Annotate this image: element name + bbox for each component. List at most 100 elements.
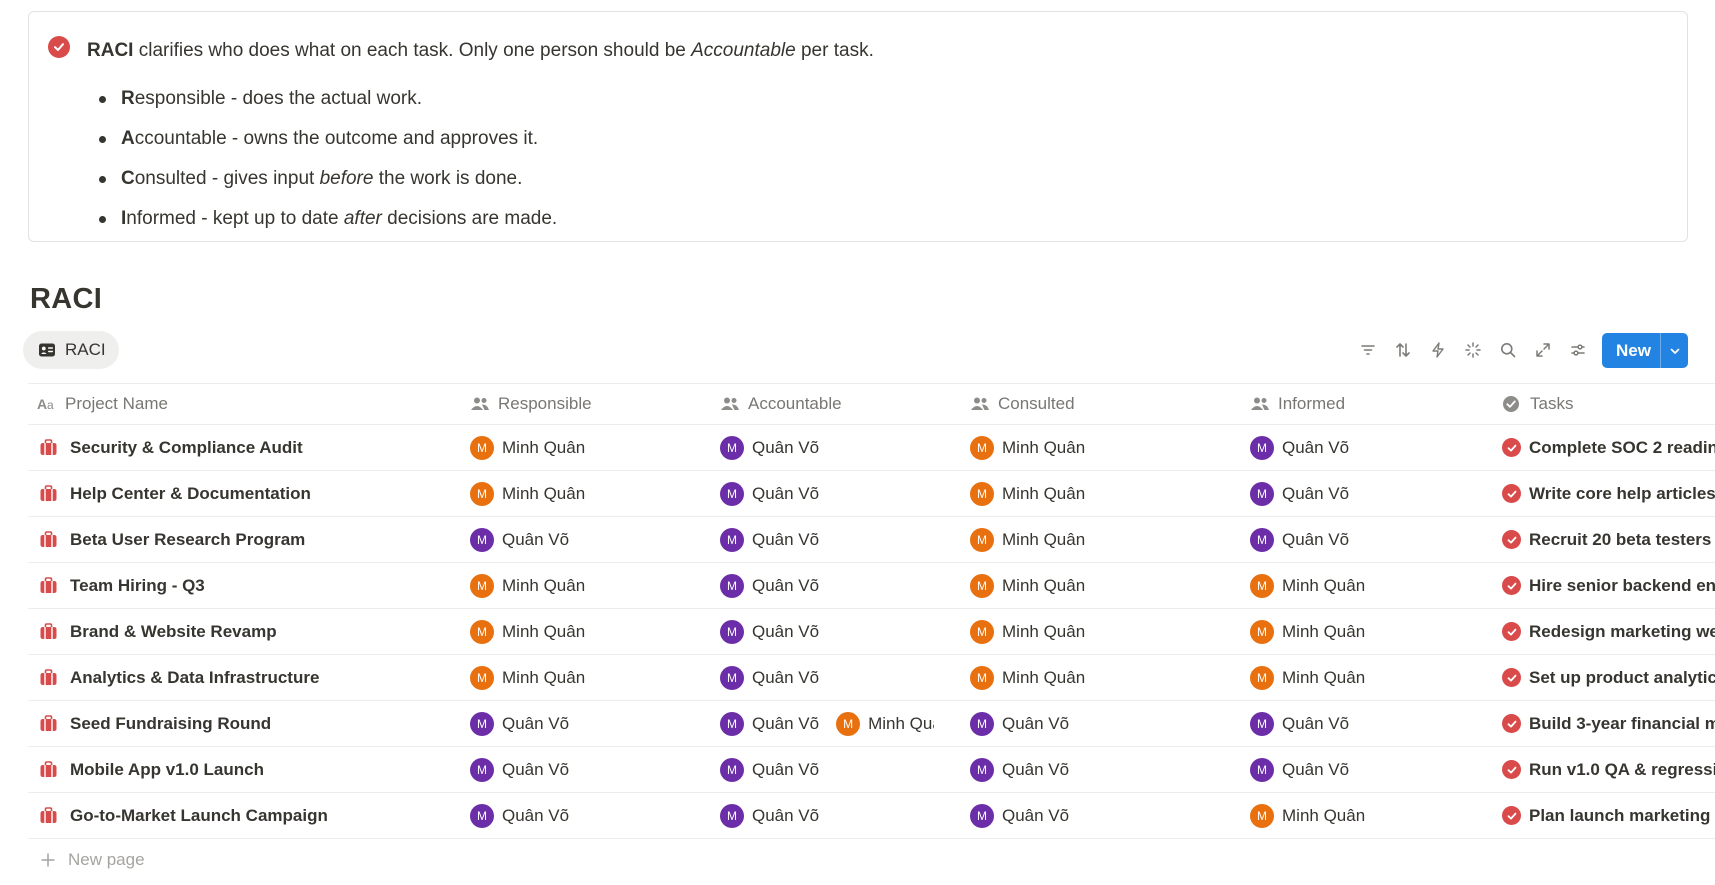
project-name-cell[interactable]: Team Hiring - Q3: [28, 563, 434, 608]
informed-cell[interactable]: M Quân Võ: [1214, 517, 1496, 562]
consulted-cell[interactable]: M Quân Võ: [934, 793, 1214, 838]
person-name: Minh Quân: [502, 483, 586, 503]
informed-cell[interactable]: M Minh Quân: [1214, 655, 1496, 700]
search-icon[interactable]: [1490, 333, 1525, 367]
table-row[interactable]: Beta User Research Program M Quân Võ M Quân …: [28, 517, 1715, 563]
responsible-cell[interactable]: M Minh Quân: [434, 609, 684, 654]
informed-cell[interactable]: M Quân Võ: [1214, 701, 1496, 746]
tasks-cell[interactable]: Run v1.0 QA & regression t: [1496, 747, 1715, 792]
accountable-cell[interactable]: M Quân Võ M Minh Quân: [684, 701, 934, 746]
column-header-informed[interactable]: Informed: [1214, 384, 1496, 424]
informed-cell[interactable]: M Quân Võ: [1214, 425, 1496, 470]
consulted-cell[interactable]: M Minh Quân: [934, 471, 1214, 516]
accountable-cell[interactable]: M Quân Võ: [684, 471, 934, 516]
view-tab-raci[interactable]: RACI: [23, 331, 119, 369]
project-name-cell[interactable]: Brand & Website Revamp: [28, 609, 434, 654]
informed-cell[interactable]: M Quân Võ: [1214, 471, 1496, 516]
new-button[interactable]: New: [1602, 333, 1688, 368]
table-row[interactable]: Team Hiring - Q3 M Minh Quân M Quân Võ M Minh …: [28, 563, 1715, 609]
person-name: Quân Võ: [1002, 713, 1070, 733]
responsible-cell[interactable]: M Minh Quân: [434, 563, 684, 608]
project-name-cell[interactable]: Help Center & Documentation: [28, 471, 434, 516]
accountable-cell[interactable]: M Quân Võ: [684, 425, 934, 470]
person-chip: M Minh Quân: [970, 527, 1085, 552]
person-name: Minh Quân: [1282, 805, 1366, 825]
table-row[interactable]: Brand & Website Revamp M Minh Quân M Quân Võ…: [28, 609, 1715, 655]
column-header-responsible[interactable]: Responsible: [434, 384, 684, 424]
avatar: M: [470, 481, 494, 506]
responsible-cell[interactable]: M Quân Võ: [434, 793, 684, 838]
tasks-cell[interactable]: Complete SOC 2 readiness: [1496, 425, 1715, 470]
accountable-cell[interactable]: M Quân Võ: [684, 793, 934, 838]
tasks-cell[interactable]: Plan launch marketing cam: [1496, 793, 1715, 838]
project-name-cell[interactable]: Security & Compliance Audit: [28, 425, 434, 470]
table-row[interactable]: Analytics & Data Infrastructure M Minh Quâ…: [28, 655, 1715, 701]
chevron-down-icon[interactable]: [1661, 345, 1688, 357]
tasks-cell[interactable]: Hire senior backend engine: [1496, 563, 1715, 608]
project-name-cell[interactable]: Seed Fundraising Round: [28, 701, 434, 746]
responsible-cell[interactable]: M Quân Võ: [434, 701, 684, 746]
consulted-cell[interactable]: M Minh Quân: [934, 655, 1214, 700]
settings-sliders-icon[interactable]: [1560, 333, 1595, 367]
briefcase-icon: [40, 577, 57, 593]
responsible-cell[interactable]: M Minh Quân: [434, 425, 684, 470]
accountable-cell[interactable]: M Quân Võ: [684, 563, 934, 608]
person-chip: M Quân Võ: [470, 803, 569, 828]
consulted-cell[interactable]: M Quân Võ: [934, 747, 1214, 792]
informed-cell[interactable]: M Quân Võ: [1214, 747, 1496, 792]
responsible-cell[interactable]: M Minh Quân: [434, 655, 684, 700]
table-row[interactable]: Help Center & Documentation M Minh Quân M Qu…: [28, 471, 1715, 517]
column-header-accountable[interactable]: Accountable: [684, 384, 934, 424]
responsible-cell[interactable]: M Minh Quân: [434, 471, 684, 516]
consulted-cell[interactable]: M Minh Quân: [934, 563, 1214, 608]
accountable-cell[interactable]: M Quân Võ: [684, 609, 934, 654]
project-name-cell[interactable]: Beta User Research Program: [28, 517, 434, 562]
tasks-cell[interactable]: Redesign marketing websit: [1496, 609, 1715, 654]
tasks-cell[interactable]: Write core help articles: [1496, 471, 1715, 516]
project-name: Brand & Website Revamp: [70, 621, 277, 641]
avatar: M: [720, 435, 744, 460]
table-row[interactable]: Go-to-Market Launch Campaign M Quân Võ M Quâ…: [28, 793, 1715, 839]
person-chip: M Quân Võ: [1250, 435, 1349, 460]
new-page-button[interactable]: New page: [40, 850, 145, 870]
table-row[interactable]: Mobile App v1.0 Launch M Quân Võ M Quân Võ M Q…: [28, 747, 1715, 793]
responsible-cell[interactable]: M Quân Võ: [434, 747, 684, 792]
project-name-cell[interactable]: Mobile App v1.0 Launch: [28, 747, 434, 792]
tasks-cell[interactable]: Recruit 20 beta testers: [1496, 517, 1715, 562]
informed-cell[interactable]: M Minh Quân: [1214, 609, 1496, 654]
filter-icon[interactable]: [1350, 333, 1385, 367]
avatar: M: [470, 665, 494, 690]
column-header-tasks[interactable]: Tasks: [1496, 384, 1715, 424]
project-name-cell[interactable]: Go-to-Market Launch Campaign: [28, 793, 434, 838]
ai-sparkle-icon[interactable]: [1455, 333, 1490, 367]
accountable-cell[interactable]: M Quân Võ: [684, 517, 934, 562]
table-row[interactable]: Seed Fundraising Round M Quân Võ M Quân Võ M M…: [28, 701, 1715, 747]
sort-icon[interactable]: [1385, 333, 1420, 367]
column-header-project-name[interactable]: Aa Project Name: [28, 384, 434, 424]
tasks-cell[interactable]: Set up product analytics pi: [1496, 655, 1715, 700]
accountable-cell[interactable]: M Quân Võ: [684, 747, 934, 792]
informed-cell[interactable]: M Minh Quân: [1214, 793, 1496, 838]
database-title[interactable]: RACI: [30, 283, 102, 316]
person-chip: M Minh Quân: [470, 573, 585, 598]
person-chip: M Quân Võ: [720, 665, 819, 690]
project-name: Seed Fundraising Round: [70, 713, 272, 733]
expand-icon[interactable]: [1525, 333, 1560, 367]
accountable-cell[interactable]: M Quân Võ: [684, 655, 934, 700]
project-name: Mobile App v1.0 Launch: [70, 759, 264, 779]
tasks-cell[interactable]: Build 3-year financial mode: [1496, 701, 1715, 746]
consulted-cell[interactable]: M Quân Võ: [934, 701, 1214, 746]
consulted-cell[interactable]: M Minh Quân: [934, 609, 1214, 654]
people-icon: [1251, 397, 1269, 410]
avatar: M: [720, 573, 744, 598]
briefcase-icon: [40, 531, 57, 547]
automation-bolt-icon[interactable]: [1420, 333, 1455, 367]
person-name: Quân Võ: [752, 575, 820, 595]
project-name-cell[interactable]: Analytics & Data Infrastructure: [28, 655, 434, 700]
responsible-cell[interactable]: M Quân Võ: [434, 517, 684, 562]
consulted-cell[interactable]: M Minh Quân: [934, 517, 1214, 562]
consulted-cell[interactable]: M Minh Quân: [934, 425, 1214, 470]
table-row[interactable]: Security & Compliance Audit M Minh Quân M Qu…: [28, 425, 1715, 471]
informed-cell[interactable]: M Minh Quân: [1214, 563, 1496, 608]
column-header-consulted[interactable]: Consulted: [934, 384, 1214, 424]
